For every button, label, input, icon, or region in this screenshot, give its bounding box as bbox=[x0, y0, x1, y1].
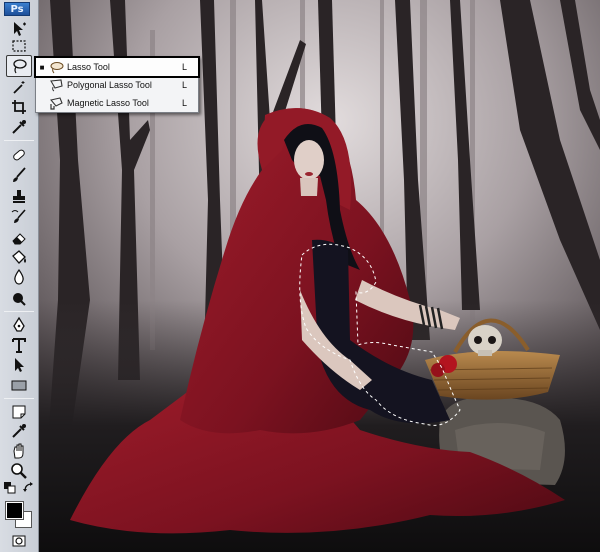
default-colors-button[interactable] bbox=[3, 481, 17, 495]
path-selection-icon bbox=[15, 358, 24, 372]
eyedropper-tool-button[interactable] bbox=[6, 116, 32, 138]
menu-item-shortcut: L bbox=[182, 80, 188, 90]
eyedropper-sample-icon bbox=[12, 424, 26, 438]
paint-bucket-icon bbox=[12, 250, 26, 264]
path-selection-tool-button[interactable] bbox=[6, 354, 32, 376]
eyedropper-icon bbox=[12, 120, 26, 134]
menu-item-lasso-tool[interactable]: ■ Lasso Tool L bbox=[34, 56, 200, 78]
type-icon bbox=[12, 338, 26, 353]
clone-stamp-icon bbox=[13, 190, 25, 203]
menu-item-magnetic-lasso-tool[interactable]: Magnetic Lasso Tool L bbox=[36, 94, 198, 112]
hand-icon bbox=[13, 443, 24, 459]
eraser-icon bbox=[12, 233, 26, 245]
dodge-icon bbox=[13, 293, 26, 306]
crop-tool-button[interactable] bbox=[6, 96, 32, 118]
sample-eyedropper-tool-button[interactable] bbox=[6, 420, 32, 442]
lasso-icon bbox=[50, 62, 64, 74]
zoom-icon bbox=[11, 463, 27, 479]
type-tool-button[interactable] bbox=[6, 334, 32, 356]
lasso-icon bbox=[13, 59, 27, 74]
menu-item-shortcut: L bbox=[182, 98, 188, 108]
brush-tool-button[interactable] bbox=[6, 164, 32, 186]
menu-item-polygonal-lasso-tool[interactable]: Polygonal Lasso Tool L bbox=[36, 76, 198, 94]
notes-icon bbox=[12, 405, 26, 419]
polygonal-lasso-icon bbox=[50, 79, 63, 92]
magic-wand-tool-button[interactable] bbox=[6, 76, 32, 98]
tool-separator bbox=[4, 398, 34, 399]
lasso-tool-button[interactable] bbox=[6, 55, 32, 77]
menu-item-label: Lasso Tool bbox=[67, 62, 110, 72]
crop-icon bbox=[12, 100, 26, 114]
clone-stamp-tool-button[interactable] bbox=[6, 186, 32, 208]
swap-arrows-icon bbox=[23, 482, 33, 492]
blur-tool-button[interactable] bbox=[6, 266, 32, 288]
quick-mask-icon bbox=[12, 535, 26, 547]
menu-item-shortcut: L bbox=[182, 62, 188, 72]
selected-bullet: ■ bbox=[39, 62, 45, 72]
lasso-tools-flyout: ■ Lasso Tool L Polygonal Lasso Tool L Ma… bbox=[34, 56, 200, 113]
pen-icon bbox=[13, 316, 25, 332]
pen-tool-button[interactable] bbox=[6, 314, 32, 336]
swap-colors-button[interactable] bbox=[22, 481, 36, 495]
hand-tool-button[interactable] bbox=[6, 440, 32, 462]
tool-separator bbox=[4, 140, 34, 141]
shape-tool-button[interactable] bbox=[6, 374, 32, 396]
healing-brush-tool-button[interactable] bbox=[6, 144, 32, 166]
magic-wand-icon bbox=[13, 81, 25, 94]
default-colors-icon bbox=[4, 482, 16, 494]
marquee-tool-button[interactable] bbox=[6, 35, 32, 57]
marquee-icon bbox=[12, 40, 26, 52]
tool-separator bbox=[4, 311, 34, 312]
blur-icon bbox=[14, 268, 24, 285]
rectangle-shape-icon bbox=[11, 380, 27, 391]
menu-item-label: Magnetic Lasso Tool bbox=[67, 98, 149, 108]
foreground-color-swatch[interactable] bbox=[5, 501, 24, 520]
magnetic-lasso-icon bbox=[49, 97, 63, 110]
brush-icon bbox=[13, 167, 26, 182]
menu-item-label: Polygonal Lasso Tool bbox=[67, 80, 152, 90]
tools-panel: Ps bbox=[0, 0, 39, 552]
history-brush-icon bbox=[11, 209, 26, 223]
photoshop-logo: Ps bbox=[4, 2, 30, 16]
healing-brush-icon bbox=[13, 149, 25, 161]
dodge-tool-button[interactable] bbox=[6, 288, 32, 310]
paint-bucket-tool-button[interactable] bbox=[6, 246, 32, 268]
quick-mask-button[interactable] bbox=[6, 532, 32, 550]
history-brush-tool-button[interactable] bbox=[6, 206, 32, 228]
